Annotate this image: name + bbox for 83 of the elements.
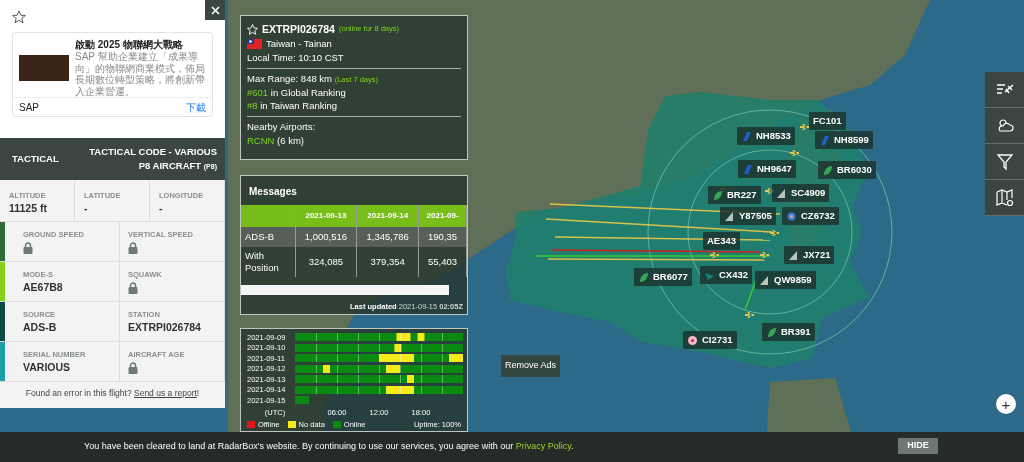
tail-logo-icon — [741, 130, 752, 142]
flight-label[interactable]: NH9647 — [738, 160, 796, 179]
close-icon — [210, 5, 220, 15]
hide-button[interactable]: HIDE — [898, 438, 938, 454]
plane-icon — [790, 150, 799, 156]
flight-label[interactable]: NH8533 — [737, 127, 795, 146]
scrollbar[interactable] — [241, 284, 449, 295]
tail-logo-icon — [759, 274, 770, 286]
ad-text: SAP 幫助企業建立「成果導向」的物聯網商業模式，佈局長期數位轉型策略，將創新帶入企業營運。 — [75, 51, 206, 97]
report-link[interactable]: Send us a report — [134, 388, 197, 398]
flight-label[interactable]: SC4909 — [772, 184, 830, 203]
flight-label[interactable]: NH8599 — [815, 131, 873, 150]
flight-label[interactable]: CI2731 — [683, 331, 737, 350]
plane-icon — [745, 312, 754, 318]
tail-logo-icon — [742, 163, 753, 175]
row-label: With Position — [241, 247, 295, 277]
table-cell: 55,403 — [418, 247, 467, 277]
nearby-airports-title: Nearby Airports: — [247, 120, 317, 134]
tail-logo-icon — [724, 210, 735, 222]
flight-label[interactable]: JX721 — [784, 246, 835, 265]
remove-ads-button[interactable]: Remove Ads — [501, 355, 561, 377]
plane-icon — [765, 188, 774, 194]
photo-placeholder — [19, 55, 69, 81]
tail-logo-icon — [776, 187, 787, 199]
field-value: - — [159, 201, 164, 217]
ad-title: 啟動 2025 物聯網大戰略 — [75, 39, 184, 51]
local-time: Local Time: 10:10 CST — [247, 51, 345, 65]
aircraft-type: TACTICAL — [12, 151, 59, 166]
table-cell: 1,345,786 — [356, 227, 419, 247]
field-value: AE67B8 — [23, 280, 64, 296]
filter-icon — [994, 151, 1015, 172]
column-header: 2021-09-14 — [356, 205, 419, 227]
map-settings-icon — [994, 187, 1015, 208]
column-header: 2021-09-13 — [295, 205, 357, 227]
card-title: Messages — [248, 185, 298, 199]
uptime-bar — [295, 396, 309, 405]
ranking-text: #601 in Global Ranking — [247, 85, 347, 100]
ranking-text: #8 in Taiwan Ranking — [247, 99, 339, 114]
star-icon[interactable] — [12, 10, 26, 24]
flight-label[interactable]: BR6030 — [818, 161, 876, 180]
flag-icon — [247, 39, 262, 50]
table-cell: 1,000,516 — [295, 227, 357, 247]
table-cell: 190,35 — [418, 227, 467, 247]
flight-label[interactable]: AE343 — [703, 232, 741, 251]
tail-logo-icon — [712, 189, 723, 201]
station-location: Taiwan - Tainan — [266, 37, 332, 51]
tail-logo-icon — [819, 134, 830, 146]
download-link[interactable]: 下載 — [186, 100, 206, 115]
nearby-airport: RCNN (6 km) — [247, 133, 305, 148]
table-header — [241, 205, 295, 227]
flight-label[interactable]: Y87505 — [720, 207, 776, 226]
plane-icon — [770, 230, 779, 236]
flight-label[interactable]: BR391 — [762, 323, 815, 342]
privacy-policy-link[interactable]: Privacy Policy — [515, 441, 571, 452]
station-id: EXTRPI026784 — [262, 22, 335, 37]
report-text: Found an error in this flight? Send us a report! — [24, 387, 201, 400]
tail-logo-icon — [822, 164, 833, 176]
flight-label[interactable]: BR6077 — [634, 268, 692, 287]
tail-logo-icon — [786, 210, 797, 222]
row-label: ADS-B — [241, 227, 295, 247]
tail-logo-icon — [687, 334, 698, 346]
flight-label[interactable]: BR227 — [708, 186, 761, 205]
flight-label[interactable]: CX432 — [700, 266, 753, 285]
field-value: EXTRPI026784 — [128, 320, 202, 336]
table-cell: 324,085 — [295, 247, 357, 277]
plane-icon — [710, 252, 719, 258]
column-header: 2021-09- — [418, 205, 467, 227]
field-value: 11125 ft — [9, 201, 48, 217]
flight-label[interactable]: QW9859 — [755, 271, 816, 290]
cookie-text: You have been cleared to land at RadarBox's website. By continuing to use our services, you agree with our Privacy Policy. — [84, 440, 574, 454]
tail-logo-icon — [766, 326, 777, 338]
advertiser-name: SAP — [19, 101, 39, 115]
field-value: - — [84, 201, 89, 217]
table-cell: 379,354 — [356, 247, 419, 277]
plane-icon — [760, 252, 769, 258]
field-value: VARIOUS — [23, 360, 72, 376]
plane-icon — [800, 124, 809, 130]
flight-label[interactable]: CZ6732 — [782, 207, 839, 226]
tail-logo-icon — [638, 271, 649, 283]
flight-label[interactable]: FC101 — [809, 112, 846, 131]
tail-logo-icon — [788, 249, 799, 261]
field-value: ADS-B — [23, 320, 58, 336]
close-button[interactable] — [205, 0, 225, 20]
